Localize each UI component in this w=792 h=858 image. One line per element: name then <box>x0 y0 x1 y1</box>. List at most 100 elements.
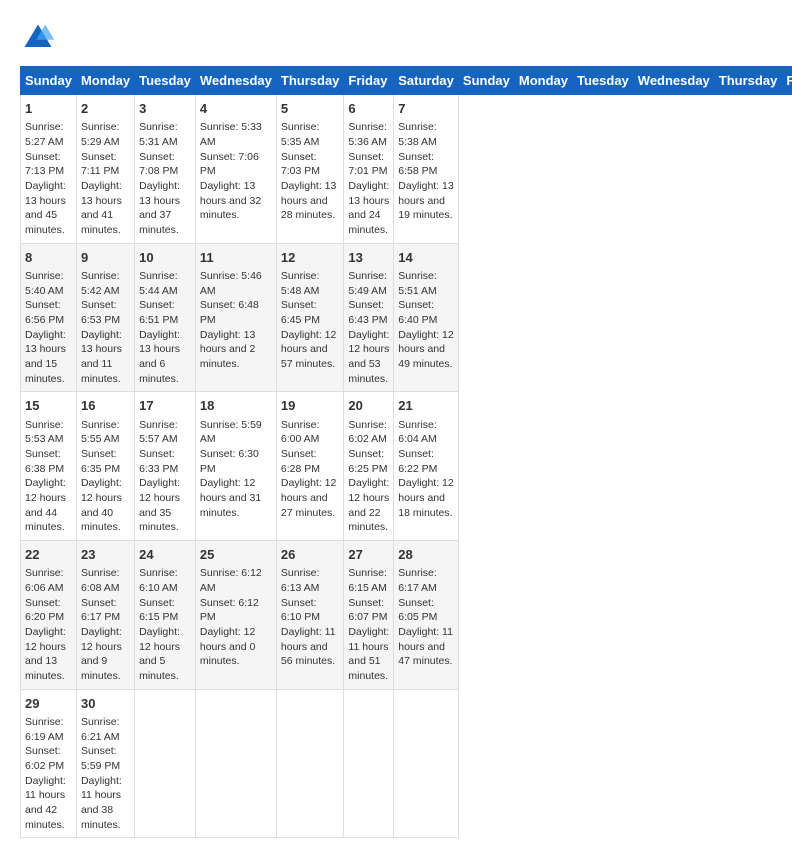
day-info: Daylight: 13 hours and 15 minutes. <box>25 328 72 387</box>
calendar-cell: 11Sunrise: 5:46 AMSunset: 6:48 PMDayligh… <box>195 243 276 392</box>
day-number: 9 <box>81 249 130 267</box>
calendar-cell: 15Sunrise: 5:53 AMSunset: 6:38 PMDayligh… <box>21 392 77 541</box>
header-wednesday: Wednesday <box>633 67 714 95</box>
day-number: 22 <box>25 546 72 564</box>
calendar-week-row: 22Sunrise: 6:06 AMSunset: 6:20 PMDayligh… <box>21 541 792 690</box>
header-thursday: Thursday <box>276 67 344 95</box>
calendar-cell: 6Sunrise: 5:36 AMSunset: 7:01 PMDaylight… <box>344 95 394 244</box>
day-number: 21 <box>398 397 454 415</box>
day-info: Sunset: 6:56 PM <box>25 298 72 327</box>
day-info: Sunset: 5:59 PM <box>81 744 130 773</box>
day-info: Daylight: 12 hours and 9 minutes. <box>81 625 130 684</box>
day-info: Sunrise: 5:29 AM <box>81 120 130 149</box>
calendar-cell: 29Sunrise: 6:19 AMSunset: 6:02 PMDayligh… <box>21 689 77 838</box>
day-info: Sunset: 7:01 PM <box>348 150 389 179</box>
day-info: Sunset: 6:20 PM <box>25 596 72 625</box>
day-info: Sunrise: 5:53 AM <box>25 418 72 447</box>
calendar-cell: 22 Sunrise: 6:06 AMSunset: 6:20 PMDayligh… <box>21 541 77 690</box>
day-number: 15 <box>25 397 72 415</box>
day-info: Sunrise: 5:46 AM <box>200 269 272 298</box>
day-info: Sunrise: 5:59 AM <box>200 418 272 447</box>
calendar-cell: 14Sunrise: 5:51 AMSunset: 6:40 PMDayligh… <box>394 243 459 392</box>
day-info: Sunrise: 6:17 AM <box>398 566 454 595</box>
day-info: Daylight: 13 hours and 28 minutes. <box>281 179 340 223</box>
day-info: Sunset: 7:03 PM <box>281 150 340 179</box>
day-info: Sunset: 6:53 PM <box>81 298 130 327</box>
day-info: Sunrise: 5:49 AM <box>348 269 389 298</box>
calendar-cell: 26Sunrise: 6:13 AMSunset: 6:10 PMDayligh… <box>276 541 344 690</box>
day-info: Sunset: 7:11 PM <box>81 150 130 179</box>
day-info: Sunset: 6:51 PM <box>139 298 191 327</box>
day-info: Daylight: 12 hours and 40 minutes. <box>81 476 130 535</box>
day-number: 26 <box>281 546 340 564</box>
day-info: Sunrise: 6:04 AM <box>398 418 454 447</box>
day-info: Sunset: 6:38 PM <box>25 447 72 476</box>
day-number: 29 <box>25 695 72 713</box>
header-monday: Monday <box>514 67 572 95</box>
day-info: Sunrise: 6:19 AM <box>25 715 72 744</box>
day-number: 25 <box>200 546 272 564</box>
day-info: Sunrise: 6:12 AM <box>200 566 272 595</box>
day-info: Daylight: 11 hours and 42 minutes. <box>25 774 72 833</box>
day-number: 3 <box>139 100 191 118</box>
day-info: Daylight: 12 hours and 18 minutes. <box>398 476 454 520</box>
day-info: Sunset: 6:43 PM <box>348 298 389 327</box>
day-info: Sunrise: 5:55 AM <box>81 418 130 447</box>
calendar-cell: 18Sunrise: 5:59 AMSunset: 6:30 PMDayligh… <box>195 392 276 541</box>
day-number: 13 <box>348 249 389 267</box>
day-info: Sunset: 6:48 PM <box>200 298 272 327</box>
day-info: Daylight: 12 hours and 27 minutes. <box>281 476 340 520</box>
day-info: Sunset: 6:17 PM <box>81 596 130 625</box>
day-info: Sunset: 6:22 PM <box>398 447 454 476</box>
day-info: Daylight: 13 hours and 19 minutes. <box>398 179 454 223</box>
day-number: 30 <box>81 695 130 713</box>
day-info: Daylight: 13 hours and 11 minutes. <box>81 328 130 387</box>
calendar-cell <box>195 689 276 838</box>
day-number: 18 <box>200 397 272 415</box>
day-info: Sunrise: 5:35 AM <box>281 120 340 149</box>
day-number: 23 <box>81 546 130 564</box>
day-info: Sunset: 6:40 PM <box>398 298 454 327</box>
day-info: Sunrise: 6:08 AM <box>81 566 130 595</box>
day-info: Sunrise: 6:06 AM <box>25 566 72 595</box>
calendar-cell <box>135 689 196 838</box>
calendar-week-row: 8Sunrise: 5:40 AMSunset: 6:56 PMDaylight… <box>21 243 792 392</box>
day-info: Sunrise: 6:00 AM <box>281 418 340 447</box>
day-info: Daylight: 11 hours and 51 minutes. <box>348 625 389 684</box>
day-info: Daylight: 11 hours and 38 minutes. <box>81 774 130 833</box>
calendar-week-row: 15 Sunrise: 5:53 AMSunset: 6:38 PM Dayligh… <box>21 392 792 541</box>
day-number: 24 <box>139 546 191 564</box>
day-info: Daylight: 13 hours and 32 minutes. <box>200 179 272 223</box>
header-thursday: Thursday <box>714 67 782 95</box>
day-info: Sunrise: 5:33 AM <box>200 120 272 149</box>
calendar-cell: 16Sunrise: 5:55 AMSunset: 6:35 PMDayligh… <box>76 392 134 541</box>
day-info: Daylight: 13 hours and 41 minutes. <box>81 179 130 238</box>
day-info: Sunset: 6:10 PM <box>281 596 340 625</box>
day-info: Daylight: 12 hours and 31 minutes. <box>200 476 272 520</box>
day-info: Sunrise: 6:21 AM <box>81 715 130 744</box>
day-info: Sunset: 7:08 PM <box>139 150 191 179</box>
calendar-cell: 21 Sunrise: 6:04 AMSunset: 6:22 PMDayligh… <box>394 392 459 541</box>
calendar-cell: 23 Sunrise: 6:08 AMSunset: 6:17 PMDayligh… <box>76 541 134 690</box>
day-number: 4 <box>200 100 272 118</box>
header-monday: Monday <box>76 67 134 95</box>
day-number: 28 <box>398 546 454 564</box>
calendar-cell: 25Sunrise: 6:12 AMSunset: 6:12 PMDayligh… <box>195 541 276 690</box>
header-sunday: Sunday <box>21 67 77 95</box>
header-wednesday: Wednesday <box>195 67 276 95</box>
day-info: Sunrise: 5:27 AM <box>25 120 72 149</box>
day-info: Sunrise: 5:57 AM <box>139 418 191 447</box>
day-info: Daylight: 12 hours and 53 minutes. <box>348 328 389 387</box>
day-info: Daylight: 12 hours and 13 minutes. <box>25 625 72 684</box>
calendar-cell: 27Sunrise: 6:15 AMSunset: 6:07 PMDayligh… <box>344 541 394 690</box>
header-sunday: Sunday <box>458 67 514 95</box>
calendar-cell: 28Sunrise: 6:17 AMSunset: 6:05 PMDayligh… <box>394 541 459 690</box>
day-number: 19 <box>281 397 340 415</box>
logo <box>20 20 60 56</box>
calendar-week-row: 29Sunrise: 6:19 AMSunset: 6:02 PMDayligh… <box>21 689 792 838</box>
day-number: 20 <box>348 397 389 415</box>
day-info: Daylight: 12 hours and 0 minutes. <box>200 625 272 669</box>
day-info: Sunrise: 6:10 AM <box>139 566 191 595</box>
calendar-cell: 17Sunrise: 5:57 AMSunset: 6:33 PMDayligh… <box>135 392 196 541</box>
day-info: Sunrise: 5:36 AM <box>348 120 389 149</box>
